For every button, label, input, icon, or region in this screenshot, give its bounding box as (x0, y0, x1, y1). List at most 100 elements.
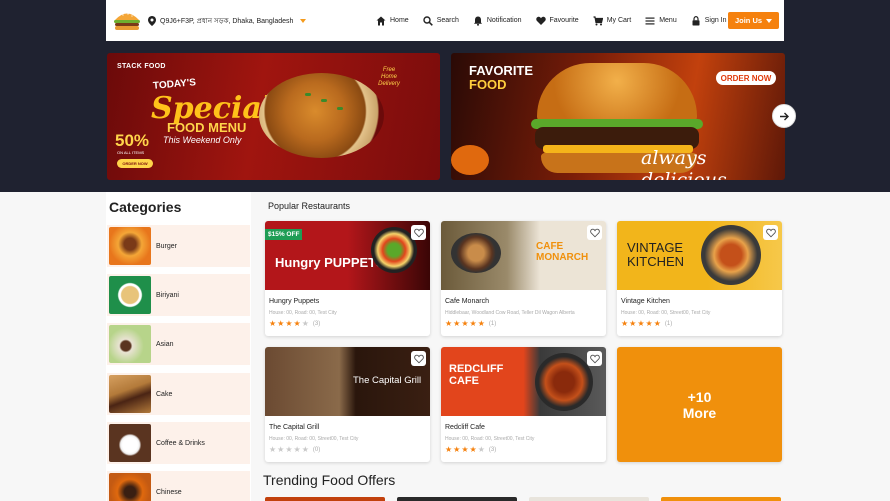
nav-favourite[interactable]: Favourite (535, 16, 579, 26)
banner-weekend: This Weekend Only (163, 135, 242, 145)
nav-cart[interactable]: My Cart (593, 15, 631, 26)
favourite-button[interactable] (587, 351, 602, 366)
rating-count: (3) (312, 321, 321, 327)
star-icon: ★ (645, 319, 653, 328)
restaurant-image-text: REDCLIFF CAFE (449, 363, 504, 387)
star-icon: ★ (277, 445, 285, 454)
restaurant-address: House: 00, Road: 00, Street00, Test City (269, 436, 359, 442)
restaurant-name: The Capital Grill (269, 424, 320, 431)
heart-icon (535, 16, 546, 25)
menu-icon (645, 17, 655, 24)
category-item-chinese[interactable]: Chinese (107, 471, 250, 501)
restaurant-image: VINTAGE KITCHEN (617, 221, 782, 290)
banner-order-now-button[interactable]: ORDER NOW (716, 71, 776, 85)
star-icon: ★ (461, 319, 469, 328)
star-icon: ★ (293, 445, 301, 454)
category-item-coffee-drinks[interactable]: Coffee & Drinks (107, 422, 250, 464)
restaurant-rating: ★ ★ ★ ★ ★ (0) (269, 446, 320, 454)
trending-offer-card[interactable] (661, 497, 781, 501)
herb-garnish (337, 107, 343, 110)
restaurant-image: CAFE MONARCH (441, 221, 606, 290)
favourite-button[interactable] (763, 225, 778, 240)
star-icon: ★ (269, 445, 277, 454)
category-item-asian[interactable]: Asian (107, 323, 250, 365)
fried-chicken-plate-image (259, 73, 384, 158)
banner-today: TODAY'S (152, 77, 197, 92)
herb-garnish (321, 99, 327, 102)
star-icon: ★ (621, 319, 629, 328)
trending-food-offers-title: Trending Food Offers (263, 472, 396, 488)
heart-outline-icon (589, 354, 600, 363)
more-restaurants-button[interactable]: +10 More (617, 347, 782, 462)
restaurant-card-redcliff-cafe[interactable]: REDCLIFF CAFE Redcliff Cafe House: 00, R… (441, 347, 606, 462)
pumpkin-decoration (451, 145, 489, 175)
star-icon: ★ (277, 319, 285, 328)
restaurant-address: House: 00, Road: 00, Street00, Test City (445, 436, 535, 442)
star-icon: ★ (293, 319, 301, 328)
category-item-cake[interactable]: Cake (107, 373, 250, 415)
burger-logo-icon[interactable] (112, 9, 142, 32)
restaurant-address: Hiddlebaar, Woodland Cow Road, Teller Di… (445, 310, 575, 316)
nav-sign-in[interactable]: Sign In (691, 15, 727, 26)
heart-outline-icon (765, 228, 776, 237)
discount-badge: $15% OFF (265, 229, 303, 240)
trending-offer-card[interactable] (397, 497, 517, 501)
restaurant-card-the-capital-grill[interactable]: The Capital Grill The Capital Grill Hous… (265, 347, 430, 462)
home-icon (376, 16, 386, 25)
promo-banner-favorite-food[interactable]: FAVORITE FOOD ORDER NOW always delicious (451, 53, 785, 180)
favourite-button[interactable] (587, 225, 602, 240)
banner-tagline: always delicious (641, 147, 727, 180)
rating-count: (1) (664, 321, 673, 327)
trending-offer-card[interactable] (265, 497, 385, 501)
herb-garnish (305, 93, 311, 96)
category-item-burger[interactable]: Burger (107, 225, 250, 267)
star-icon: ★ (461, 445, 469, 454)
search-icon (422, 15, 433, 26)
carousel-next-button[interactable] (772, 104, 796, 128)
promo-banner-special-menu[interactable]: STACK FOOD TODAY'S Special FOOD MENU Thi… (107, 53, 440, 180)
banner-food: FOOD (469, 77, 507, 92)
location-selector[interactable]: Q9J6+F3P, প্রধান সড়ক, Dhaka, Bangladesh (148, 0, 307, 41)
cart-icon (593, 15, 603, 25)
header-bar: Q9J6+F3P, প্রধান সড়ক, Dhaka, Bangladesh… (0, 0, 890, 41)
restaurant-name: Redcliff Cafe (445, 424, 485, 431)
restaurant-address: House: 00, Road: 00, Test City (269, 310, 337, 316)
category-label: Chinese (156, 488, 182, 496)
nav-search[interactable]: Search (422, 15, 459, 26)
chevron-down-icon (766, 18, 773, 23)
nav-home-label: Home (390, 17, 409, 24)
chevron-down-icon (300, 18, 307, 23)
coffee-thumbnail (109, 424, 151, 462)
pasta-plate-image (701, 225, 761, 285)
restaurant-name: Cafe Monarch (445, 298, 489, 305)
star-icon: ★ (629, 319, 637, 328)
restaurant-image-text: Hungry PUPPETS (275, 255, 385, 270)
restaurant-card-cafe-monarch[interactable]: CAFE MONARCH Cafe Monarch Hiddlebaar, Wo… (441, 221, 606, 336)
header-inner: Q9J6+F3P, প্রধান সড়ক, Dhaka, Bangladesh… (106, 0, 784, 41)
trending-offer-card[interactable] (529, 497, 649, 501)
favourite-button[interactable] (411, 351, 426, 366)
nav-notification[interactable]: Notification (473, 16, 522, 26)
category-item-biriyani[interactable]: Biriyani (107, 274, 250, 316)
star-icon: ★ (301, 445, 309, 454)
banner-order-button[interactable]: ORDER NOW (117, 159, 153, 168)
restaurant-name: Vintage Kitchen (621, 298, 670, 305)
restaurant-card-vintage-kitchen[interactable]: VINTAGE KITCHEN Vintage Kitchen House: 0… (617, 221, 782, 336)
nav-menu[interactable]: Menu (645, 16, 677, 26)
categories-title: Categories (109, 199, 182, 215)
nav-menu-label: Menu (659, 17, 677, 24)
star-icon: ★ (453, 319, 461, 328)
join-us-button[interactable]: Join Us (728, 12, 779, 29)
star-icon: ★ (445, 319, 453, 328)
more-label: More (682, 404, 717, 421)
restaurant-address: House: 00, Road: 00, Street00, Test City (621, 310, 711, 316)
restaurant-card-hungry-puppets[interactable]: Hungry PUPPETS $15% OFF Hungry Puppets H… (265, 221, 430, 336)
favourite-button[interactable] (411, 225, 426, 240)
star-icon: ★ (469, 445, 477, 454)
lock-icon (692, 15, 700, 25)
nav-home[interactable]: Home (376, 16, 409, 26)
star-icon: ★ (285, 445, 293, 454)
star-icon: ★ (445, 445, 453, 454)
banner-discount-sub: ON ALL ITEMS (117, 150, 145, 155)
star-icon: ★ (477, 319, 485, 328)
